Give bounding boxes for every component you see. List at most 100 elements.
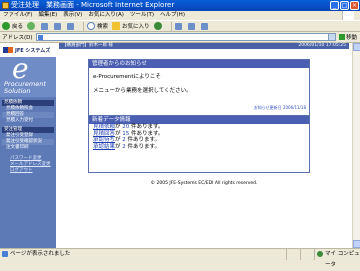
print-button[interactable] [187, 22, 197, 30]
sidebar-item[interactable]: 注文書印刷 [2, 145, 54, 151]
menu-file[interactable]: ファイル(F) [3, 11, 32, 20]
address-input[interactable] [35, 33, 329, 41]
status-bar: ページが表示されました マイ コンピュータ [0, 248, 360, 268]
new-data-panel: 新着データ情報 見積依頼が 20 件あります。 見積回答が 15 件あります。 … [88, 116, 310, 173]
mail-icon [174, 22, 182, 30]
menu-favorites[interactable]: お気に入り(A) [88, 11, 124, 20]
home-button[interactable] [67, 22, 76, 30]
new-data-row: 承認結果が 2 件あります。 [93, 144, 309, 151]
e-logo-icon: e [12, 52, 29, 85]
back-button[interactable]: 戻る [2, 22, 23, 30]
toolbar: 戻る 検索 お気に入り [0, 20, 360, 32]
search-button[interactable]: 検索 [87, 22, 108, 30]
notice-title: 管理者からのお知らせ [89, 60, 309, 68]
logout-link[interactable]: ログアウト [0, 168, 56, 174]
sidebar: JFE システムズ e Procurement Solution 見積依頼 見積… [0, 43, 56, 248]
search-icon [87, 22, 96, 30]
title-bar: 受注处理 業務画面 - Microsoft Internet Explorer … [0, 0, 360, 11]
row-suffix: 件あります。 [131, 124, 164, 130]
row-count: 15 [122, 130, 130, 137]
copyright-text: © 2005 JFE-Systems EC/EDI All rights res… [150, 181, 258, 186]
user-info: 【購買部門】鈴木一郎 様 [62, 43, 113, 48]
row-count: 2 [122, 143, 126, 150]
windows-logo-icon [342, 11, 354, 20]
ie-icon [2, 2, 9, 9]
row-suffix: 件あります。 [127, 143, 160, 150]
product-logo: e Procurement Solution [0, 52, 56, 97]
printer-icon [187, 22, 195, 30]
status-cell [286, 249, 300, 260]
address-dropdown-button[interactable] [327, 33, 336, 41]
vertical-scrollbar[interactable] [352, 43, 360, 248]
row-suffix: 件あります。 [131, 130, 164, 137]
row-mid-text: が [115, 124, 121, 130]
login-datetime: 2006/01/10 17:05:25 [298, 43, 346, 48]
back-label: 戻る [12, 24, 24, 30]
window-title: 受注处理 業務画面 - Microsoft Internet Explorer [11, 1, 175, 9]
security-zone: マイ コンピュータ [314, 249, 360, 268]
notice-updated-date: お知らせ更新日 2006/11/18 [253, 105, 306, 110]
media-icon [153, 22, 162, 30]
refresh-button[interactable] [54, 22, 63, 30]
go-arrow-icon [338, 34, 345, 40]
row-count: 20 [122, 124, 130, 130]
star-icon [112, 22, 121, 30]
edit-button[interactable] [200, 22, 210, 30]
go-button[interactable]: 移動 [338, 33, 357, 41]
browser-window: 受注处理 業務画面 - Microsoft Internet Explorer … [0, 0, 360, 268]
toolbar-separator [83, 21, 85, 31]
minimize-button[interactable]: _ [330, 1, 339, 10]
page-icon [37, 35, 43, 40]
new-data-title: 新着データ情報 [89, 116, 309, 124]
address-bar: アドレス(D) 移動 [0, 32, 360, 43]
approval-result-link[interactable]: 承認結果 [93, 144, 115, 150]
sidebar-section-quote: 見積依頼 見積依頼照会 見積回答 見積入力受付 [2, 100, 54, 124]
forward-arrow-icon [27, 22, 36, 30]
main-content: 【購買部門】鈴木一郎 様 2006/01/10 17:05:25 管理者からのお… [56, 43, 352, 248]
computer-icon [317, 251, 323, 257]
row-mid-text: が [115, 130, 121, 137]
approval-pending-link[interactable]: 承認待ち [93, 137, 115, 143]
quote-answer-link[interactable]: 見積回答 [93, 131, 115, 137]
toolbar-separator [170, 21, 172, 31]
refresh-icon [54, 22, 62, 30]
sidebar-item[interactable]: 見積入力受付 [2, 118, 54, 124]
quote-request-link[interactable]: 見積依頼 [93, 124, 115, 130]
status-text-area: ページが表示されました [0, 249, 286, 260]
maximize-button[interactable]: □ [340, 1, 349, 10]
favorites-button[interactable]: お気に入り [112, 22, 150, 30]
menu-view[interactable]: 表示(V) [63, 11, 82, 20]
scroll-up-button[interactable] [353, 43, 360, 51]
row-suffix: 件あります。 [127, 137, 160, 143]
row-mid-text: が [115, 137, 121, 143]
back-arrow-icon [2, 22, 10, 30]
status-cell [300, 249, 314, 260]
menu-edit[interactable]: 編集(E) [38, 11, 57, 20]
stop-icon [41, 22, 49, 30]
address-label: アドレス(D) [2, 35, 33, 41]
menu-bar: ファイル(F) 編集(E) 表示(V) お気に入り(A) ツール(T) ヘルプ(… [0, 11, 360, 20]
user-header: 【購買部門】鈴木一郎 様 2006/01/10 17:05:25 [59, 43, 349, 49]
search-label: 検索 [97, 24, 109, 30]
menu-help[interactable]: ヘルプ(H) [160, 11, 185, 20]
instruction-text: メニューから業務を選択してください。 [93, 88, 192, 94]
home-icon [67, 22, 75, 30]
welcome-text: e-Procurementによりこそ [93, 74, 161, 80]
row-mid-text: が [115, 143, 121, 150]
media-button[interactable] [153, 22, 164, 30]
row-count: 2 [122, 137, 126, 143]
stop-button[interactable] [41, 22, 50, 30]
menu-tools[interactable]: ツール(T) [130, 11, 154, 20]
scroll-down-button[interactable] [353, 240, 360, 248]
close-button[interactable]: × [350, 1, 359, 10]
page-done-icon [2, 251, 8, 257]
sidebar-section-order: 受注管理 発注引受登録 発注引受確認状況 注文書印刷 [2, 127, 54, 151]
product-name-line2: Solution [4, 87, 31, 95]
go-label: 移動 [345, 35, 357, 41]
favorites-label: お気に入り [122, 24, 150, 30]
forward-button[interactable] [27, 22, 37, 30]
mail-button[interactable] [174, 22, 184, 30]
edit-icon [200, 22, 208, 30]
window-controls: _ □ × [330, 1, 359, 10]
status-text: ページが表示されました [10, 251, 71, 257]
